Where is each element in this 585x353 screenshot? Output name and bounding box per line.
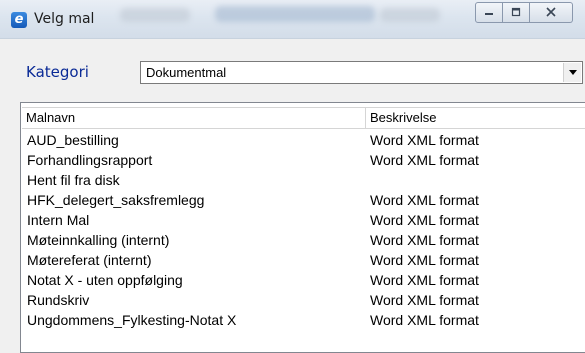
blurred-background-text [380, 8, 440, 22]
column-header-beskrivelse[interactable]: Beskrivelse [366, 108, 585, 128]
chevron-down-icon [568, 70, 577, 75]
list-item[interactable]: Intern Mal Word XML format [22, 211, 585, 231]
minimize-button[interactable] [475, 2, 503, 23]
window-title: Velg mal [34, 11, 95, 27]
list-item[interactable]: Forhandlingsrapport Word XML format [22, 151, 585, 171]
maximize-icon [511, 7, 521, 17]
list-item[interactable]: Ungdommens_Fylkesting-Notat X Word XML f… [22, 311, 585, 331]
maximize-button[interactable] [503, 2, 530, 23]
list-item[interactable]: Møtereferat (internt) Word XML format [22, 251, 585, 271]
template-name: Forhandlingsrapport [27, 152, 153, 168]
close-icon [546, 7, 556, 17]
app-e-icon: e [11, 12, 27, 28]
blurred-background-text [120, 8, 190, 22]
category-selected-value: Dokumentmal [146, 65, 227, 80]
template-description: Word XML format [370, 132, 479, 148]
close-button[interactable] [530, 2, 573, 23]
list-item[interactable]: Hent fil fra disk [22, 171, 585, 191]
list-item[interactable]: HFK_delegert_saksfremlegg Word XML forma… [22, 191, 585, 211]
caption-buttons [475, 2, 573, 23]
list-item[interactable]: Notat X - uten oppfølging Word XML forma… [22, 271, 585, 291]
dropdown-button[interactable] [563, 63, 581, 82]
blurred-background-text [215, 6, 375, 22]
template-description: Word XML format [370, 272, 479, 288]
list-rows: AUD_bestilling Word XML format Forhandli… [22, 131, 585, 331]
template-description: Word XML format [370, 212, 479, 228]
template-name: Ungdommens_Fylkesting-Notat X [27, 312, 237, 328]
column-header-malnavn[interactable]: Malnavn [22, 108, 366, 128]
template-description: Word XML format [370, 152, 479, 168]
list-header: Malnavn Beskrivelse [22, 107, 585, 129]
template-name: Møtereferat (internt) [27, 252, 152, 268]
title-bar[interactable]: e Velg mal [0, 0, 585, 39]
template-name: Intern Mal [27, 212, 90, 228]
list-item[interactable]: AUD_bestilling Word XML format [22, 131, 585, 151]
template-name: HFK_delegert_saksfremlegg [27, 192, 205, 208]
template-description: Word XML format [370, 292, 479, 308]
category-dropdown[interactable]: Dokumentmal [140, 61, 583, 84]
template-name: Hent fil fra disk [27, 172, 120, 188]
column-header-label: Beskrivelse [370, 110, 437, 125]
template-name: Notat X - uten oppfølging [27, 272, 183, 288]
template-description: Word XML format [370, 192, 479, 208]
minimize-icon [485, 13, 493, 15]
template-list[interactable]: Malnavn Beskrivelse AUD_bestilling Word … [20, 102, 585, 353]
template-name: Rundskriv [27, 292, 90, 308]
velg-mal-dialog: e Velg mal Kategori Dokumentmal Malnavn … [0, 0, 585, 353]
template-description: Word XML format [370, 252, 479, 268]
column-header-label: Malnavn [26, 110, 76, 125]
category-label: Kategori [26, 63, 89, 81]
list-item[interactable]: Møteinnkalling (internt) Word XML format [22, 231, 585, 251]
template-description: Word XML format [370, 232, 479, 248]
template-description: Word XML format [370, 312, 479, 328]
list-item[interactable]: Rundskriv Word XML format [22, 291, 585, 311]
template-name: AUD_bestilling [27, 132, 119, 148]
template-name: Møteinnkalling (internt) [27, 232, 170, 248]
